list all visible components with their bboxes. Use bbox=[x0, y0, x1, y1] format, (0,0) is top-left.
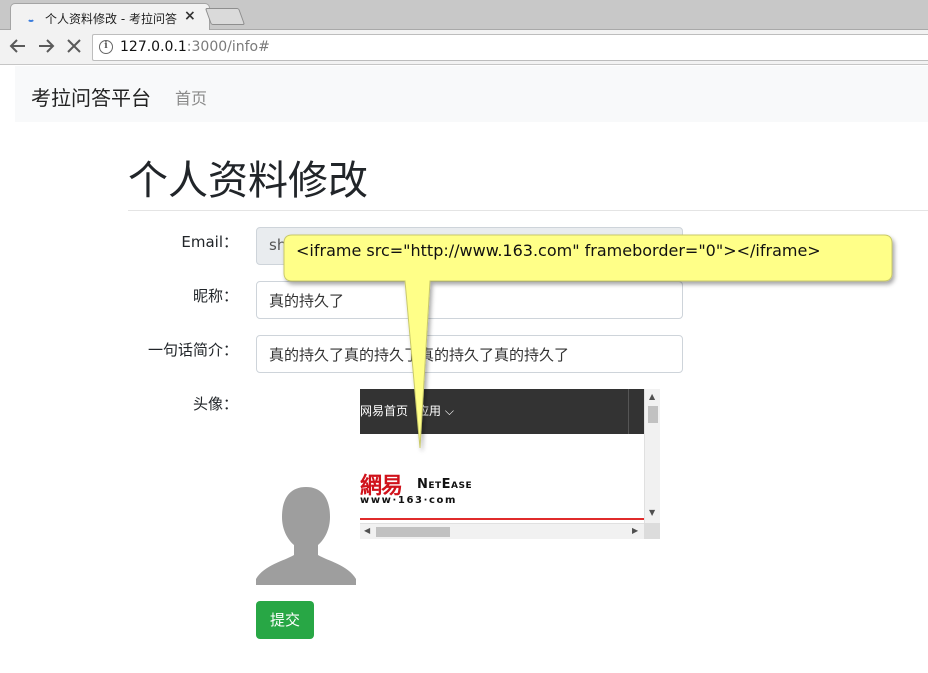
tooltip-text: <iframe src="http://www.163.com" framebo… bbox=[296, 241, 821, 260]
tooltip-callout bbox=[283, 234, 893, 449]
